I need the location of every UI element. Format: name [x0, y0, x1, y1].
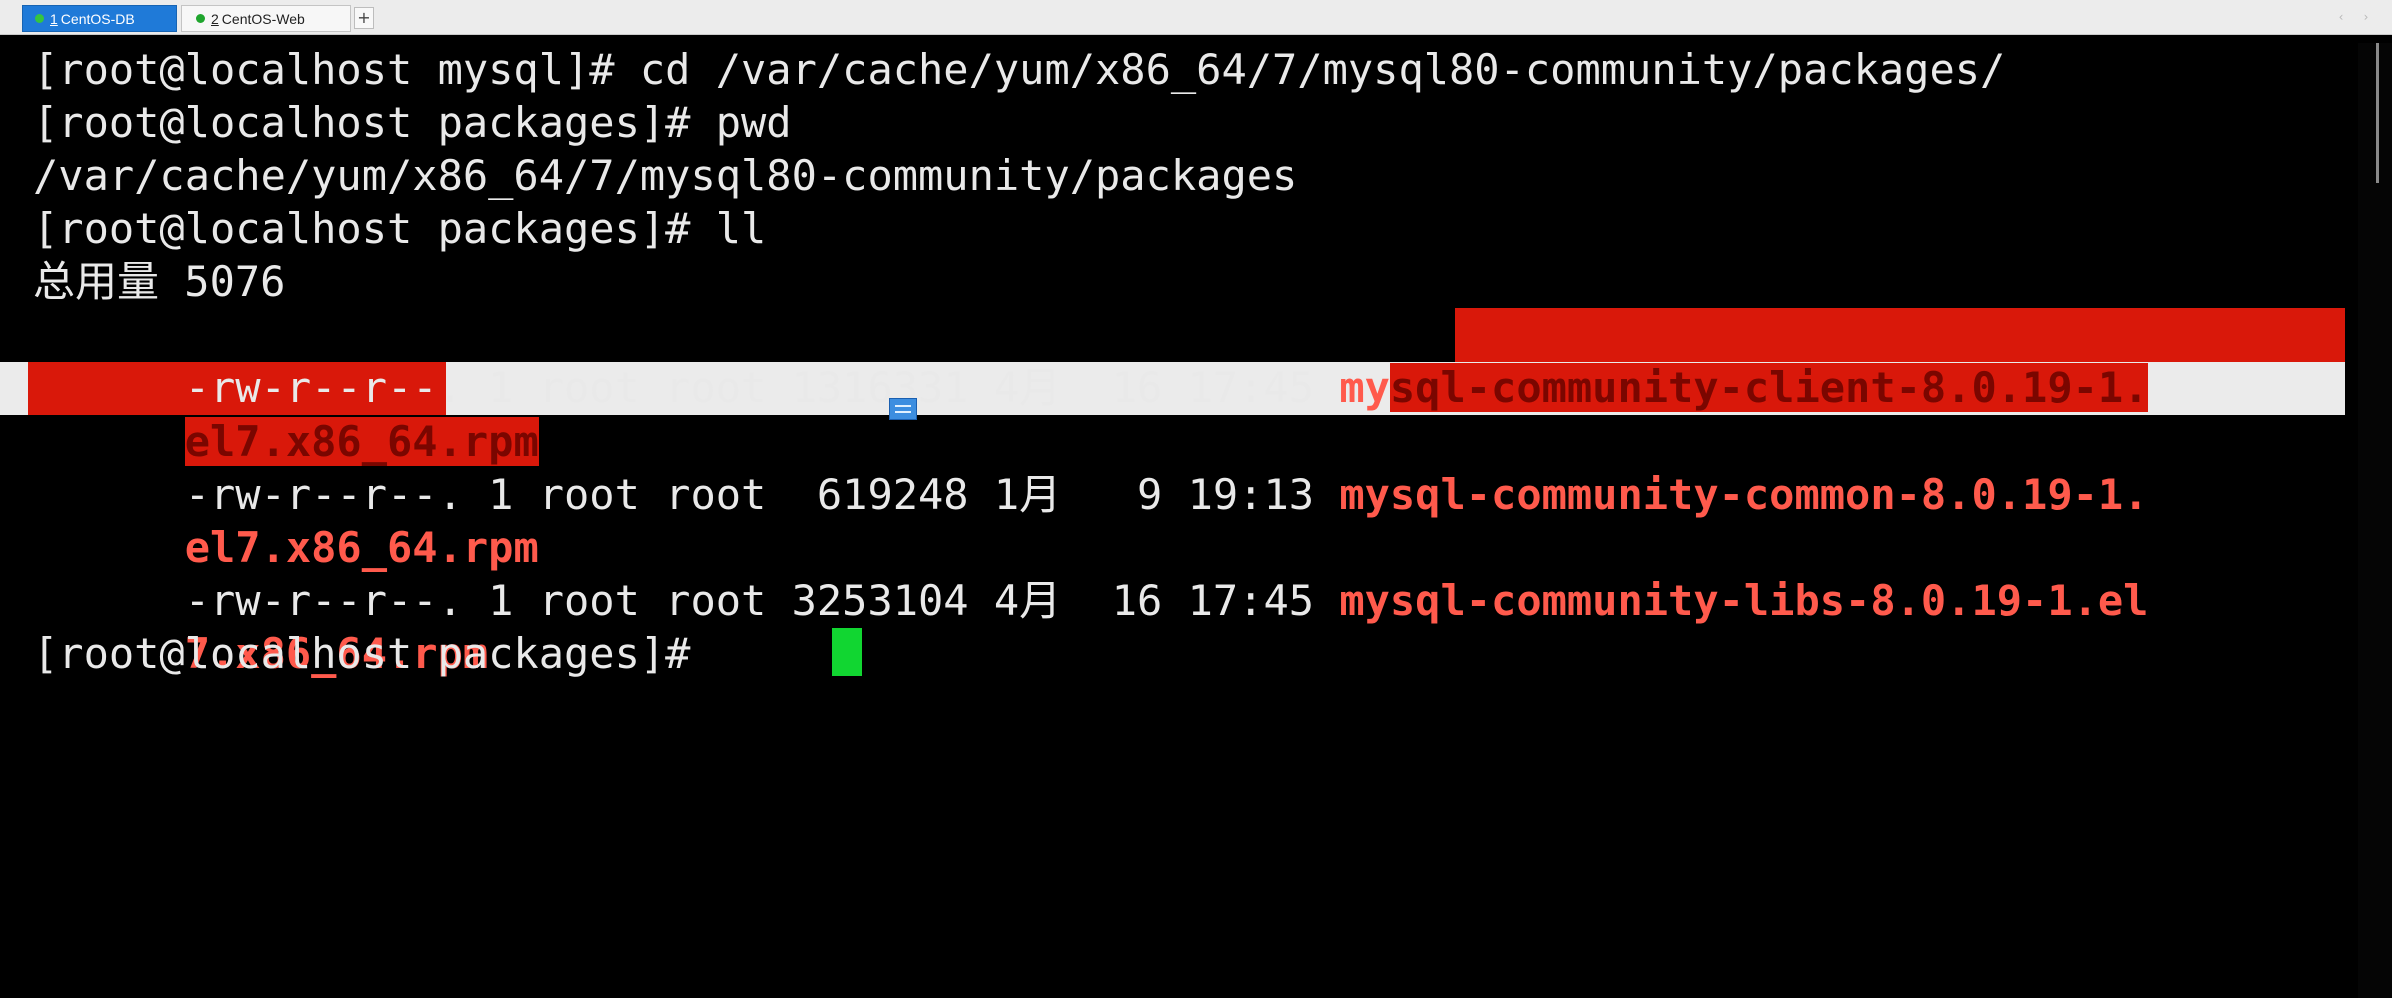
tab-label: CentOS-Web: [221, 10, 305, 27]
tab-label: CentOS-DB: [60, 10, 135, 27]
file-listing-row: -rw-r--r--. 1 root root 619248 1月 9 19:1…: [33, 415, 2149, 519]
file-listing-row: el7.x86_64.rpm: [33, 468, 539, 572]
scrollbar-thumb[interactable]: [2376, 43, 2379, 183]
tab-number: 1: [50, 10, 58, 27]
terminal-window: 1 CentOS-DB 2 CentOS-Web + ‹ › [root@loc…: [0, 0, 2392, 998]
file-listing-row: -rw-r--r--. 1 root root 1316331 4月 16 17…: [33, 308, 2149, 412]
scroll-tabs-right-icon[interactable]: ›: [2358, 9, 2374, 25]
terminal-cursor: [832, 628, 862, 676]
file-listing-row: el7.x86_64.rpm: [33, 362, 539, 466]
tab-number: 2: [211, 10, 219, 27]
rpm-filename: mysql-community-common-8.0.19-1.: [1339, 470, 2149, 519]
terminal-line: [root@localhost packages]# pwd: [33, 98, 792, 147]
scrollbar-track[interactable]: [2358, 43, 2392, 998]
file-listing-row: -rw-r--r--. 1 root root 3253104 4月 16 17…: [33, 521, 2149, 625]
terminal-line: [root@localhost mysql]# cd /var/cache/yu…: [33, 45, 2006, 94]
terminal-line: [root@localhost packages]# ll: [33, 204, 767, 253]
session-tab-bar: 1 CentOS-DB 2 CentOS-Web + ‹ ›: [0, 0, 2392, 35]
connected-status-icon: [35, 14, 44, 23]
terminal-line: 总用量 5076: [33, 257, 286, 306]
rpm-filename: my: [1339, 363, 1390, 412]
text-drag-handle-icon[interactable]: [889, 398, 917, 420]
shell-prompt: [root@localhost packages]#: [33, 629, 716, 678]
tab-centos-web[interactable]: 2 CentOS-Web: [181, 5, 351, 32]
terminal-output[interactable]: [root@localhost mysql]# cd /var/cache/yu…: [0, 35, 2392, 998]
terminal-line: /var/cache/yum/x86_64/7/mysql80-communit…: [33, 151, 1298, 200]
add-tab-button[interactable]: +: [354, 7, 374, 29]
tab-centos-db[interactable]: 1 CentOS-DB: [22, 5, 177, 32]
rpm-filename: mysql-community-libs-8.0.19-1.el: [1339, 576, 2149, 625]
file-listing-row: 7.x86_64.rpm: [33, 574, 488, 678]
connected-status-icon: [196, 14, 205, 23]
scroll-tabs-left-icon[interactable]: ‹: [2333, 9, 2349, 25]
rpm-filename-selected: sql-community-client-8.0.19-1.: [1389, 363, 2149, 412]
